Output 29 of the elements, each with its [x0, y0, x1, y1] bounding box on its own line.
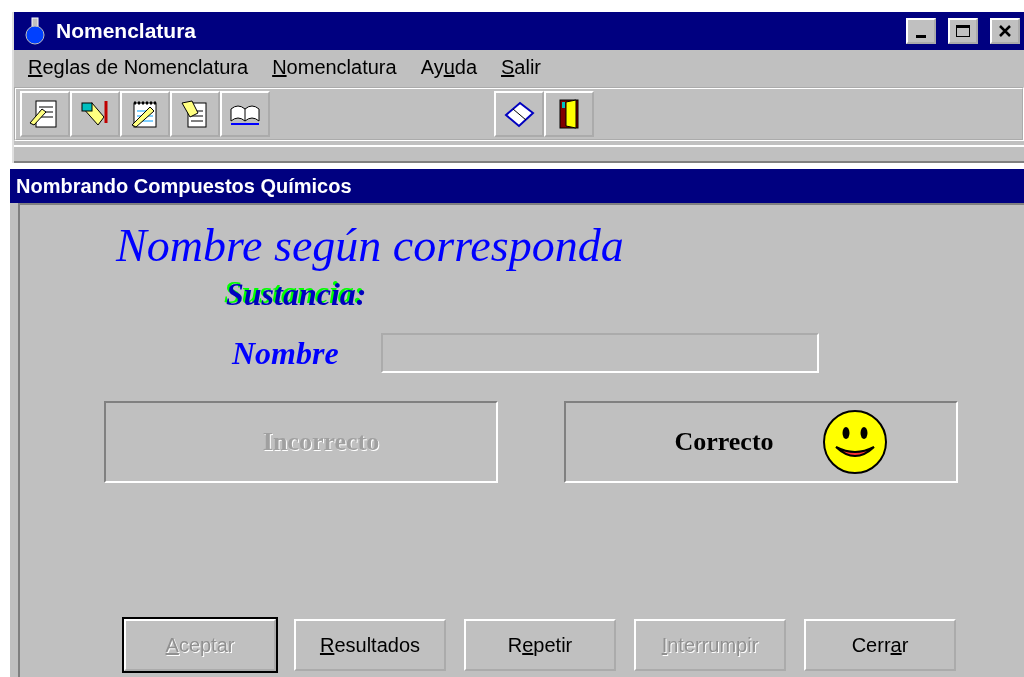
- substance-label: Sustancia:: [226, 276, 368, 313]
- toolbar-button[interactable]: [220, 91, 270, 137]
- close-icon: [998, 24, 1012, 38]
- menu-item[interactable]: Reglas de Nomenclatura: [28, 56, 249, 79]
- menu-item[interactable]: Nomenclatura: [272, 56, 397, 79]
- close-button[interactable]: [990, 18, 1020, 44]
- heading: Nombre según corresponda: [116, 219, 625, 272]
- result-text: Incorrecto: [262, 427, 380, 457]
- flask-icon: [24, 17, 46, 45]
- minimize-button[interactable]: [906, 18, 936, 44]
- maximize-icon: [955, 24, 971, 38]
- result-text: Correcto: [674, 427, 774, 457]
- dialog-button[interactable]: Resultados: [294, 619, 446, 671]
- toolbar-button[interactable]: [170, 91, 220, 137]
- toolbar-button[interactable]: [494, 91, 544, 137]
- dialog-button[interactable]: Cerrar: [804, 619, 956, 671]
- form-title: Nombrando Compuestos Químicos: [10, 169, 1024, 203]
- name-label: Nombre: [232, 334, 339, 372]
- dialog-button[interactable]: Repetir: [464, 619, 616, 671]
- toolbar-button[interactable]: [120, 91, 170, 137]
- toolbar-button[interactable]: [544, 91, 594, 137]
- minimize-icon: [916, 34, 926, 38]
- window-title: Nomenclatura: [56, 19, 198, 43]
- menu-item[interactable]: Ayuda: [420, 56, 477, 79]
- toolbar-button[interactable]: [20, 91, 70, 137]
- maximize-button[interactable]: [948, 18, 978, 44]
- name-field[interactable]: [380, 333, 819, 373]
- toolbar-button[interactable]: [70, 91, 120, 137]
- menu-item[interactable]: Salir: [501, 56, 542, 79]
